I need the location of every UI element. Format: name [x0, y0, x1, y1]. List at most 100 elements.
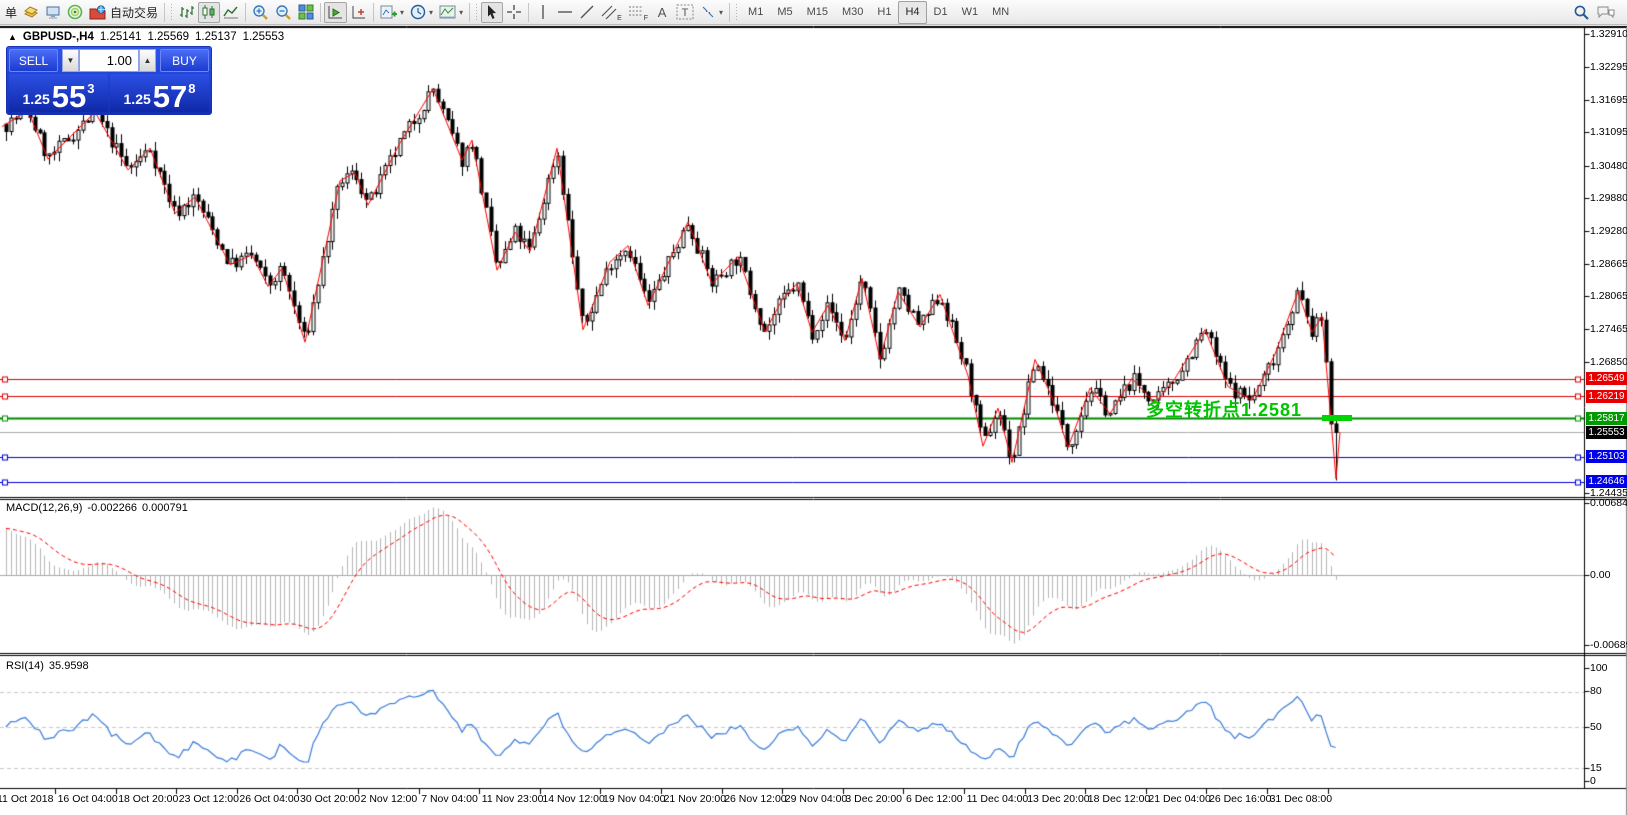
dropdown-caret: ▾ — [400, 8, 404, 17]
chart-canvas[interactable] — [0, 0, 1627, 815]
tab-m5[interactable]: M5 — [770, 1, 799, 24]
price-axis-tick: 1.26850 — [1590, 356, 1626, 368]
tab-m15[interactable]: M15 — [800, 1, 835, 24]
price-line-label: 1.24646 — [1586, 475, 1627, 488]
tab-m30[interactable]: M30 — [835, 1, 870, 24]
cursor-icon[interactable] — [481, 2, 503, 23]
periods-button[interactable]: ▾ — [407, 2, 436, 23]
tile-windows-icon[interactable] — [295, 2, 317, 23]
price-line-label: 1.25553 — [1586, 426, 1627, 439]
date-axis-label: 6 Dec 12:00 — [906, 793, 963, 805]
price-axis-tick: 1.31695 — [1590, 94, 1626, 106]
svg-text:T: T — [682, 7, 689, 19]
horizontal-line-icon[interactable] — [554, 2, 576, 23]
price-line-label: 1.25103 — [1586, 450, 1627, 463]
rsi-label: RSI(14)35.9598 — [6, 660, 89, 672]
ohlc-high: 1.25569 — [147, 31, 189, 43]
tab-d1[interactable]: D1 — [927, 1, 955, 24]
macd-axis-tick: 0.006844 — [1590, 497, 1626, 509]
date-axis-label: 26 Oct 04:00 — [239, 793, 299, 805]
volume-input[interactable]: 1.00 — [79, 49, 139, 72]
buy-quote[interactable]: 1.25 57 8 — [110, 74, 209, 112]
templates-button[interactable]: ▾ — [436, 2, 466, 23]
volume-up-button[interactable]: ▲ — [139, 49, 156, 72]
price-line-label: 1.26549 — [1586, 372, 1627, 385]
price-line-label: 1.25817 — [1586, 412, 1627, 425]
trendline-icon[interactable] — [576, 2, 598, 23]
date-axis-label: 18 Oct 20:00 — [118, 793, 178, 805]
date-axis-label: 21 Nov 20:00 — [664, 793, 726, 805]
templates-icon — [439, 5, 456, 20]
macd-axis-tick: 0.00 — [1590, 569, 1626, 581]
auto-scroll-icon[interactable] — [324, 2, 347, 23]
tab-mn[interactable]: MN — [985, 1, 1016, 24]
chart-shift-icon[interactable] — [347, 2, 370, 23]
price-axis-tick: 1.29280 — [1590, 225, 1626, 237]
date-axis-label: 19 Nov 04:00 — [603, 793, 665, 805]
date-axis-label: 29 Nov 04:00 — [785, 793, 847, 805]
candlestick-chart-icon[interactable] — [198, 2, 220, 23]
gold-icon[interactable] — [20, 2, 42, 23]
date-axis-label: 21 Dec 04:00 — [1148, 793, 1210, 805]
annotation-thick-line[interactable] — [1322, 415, 1352, 421]
one-click-trading-panel: SELL ▼ 1.00 ▲ BUY 1.25 55 3 1.25 57 8 — [6, 46, 212, 115]
periods-clock-icon — [410, 4, 426, 20]
ohlc-open: 1.25141 — [100, 31, 142, 43]
macd-axis-tick: -0.006894 — [1590, 639, 1626, 651]
date-axis-label: 11 Oct 2018 — [0, 793, 53, 805]
symbol-period: GBPUSD-,H4 — [23, 31, 94, 43]
macd-label: MACD(12,26,9)-0.0022660.000791 — [6, 502, 188, 514]
price-axis-tick: 1.31095 — [1590, 126, 1626, 138]
sell-quote[interactable]: 1.25 55 3 — [9, 74, 108, 112]
toolbar: 单 自动交易 ▾ ▾ — [0, 0, 1627, 25]
autotrading-button[interactable]: 自动交易 — [86, 2, 161, 23]
rsi-axis-tick: 80 — [1590, 685, 1626, 697]
rsi-axis-tick: 15 — [1590, 762, 1626, 774]
date-axis-label: 7 Nov 04:00 — [421, 793, 478, 805]
new-order-button[interactable]: 单 — [2, 2, 20, 23]
text-label-icon[interactable]: T — [673, 2, 697, 23]
terminal-icon[interactable] — [42, 2, 64, 23]
date-axis-label: 13 Dec 20:00 — [1027, 793, 1089, 805]
date-axis-label: 30 Oct 20:00 — [300, 793, 360, 805]
volume-down-button[interactable]: ▼ — [62, 49, 79, 72]
sell-button[interactable]: SELL — [9, 49, 58, 72]
chart-title: ▲ GBPUSD-,H4 1.25141 1.25569 1.25137 1.2… — [8, 31, 284, 43]
zoom-in-icon[interactable] — [249, 2, 272, 23]
tab-m1[interactable]: M1 — [741, 1, 770, 24]
dropdown-caret: ▾ — [459, 8, 463, 17]
date-axis-label: 26 Dec 16:00 — [1209, 793, 1271, 805]
tab-h4[interactable]: H4 — [898, 1, 926, 24]
price-axis-tick: 1.30480 — [1590, 160, 1626, 172]
line-chart-icon[interactable] — [220, 2, 242, 23]
dropdown-caret: ▾ — [719, 8, 723, 17]
tab-h1[interactable]: H1 — [870, 1, 898, 24]
signal-icon[interactable] — [64, 2, 86, 23]
rsi-axis-tick: 0 — [1590, 775, 1626, 787]
dropdown-caret: ▾ — [429, 8, 433, 17]
equidistant-channel-icon[interactable]: E — [598, 2, 625, 23]
buy-button[interactable]: BUY — [160, 49, 209, 72]
zoom-out-icon[interactable] — [272, 2, 295, 23]
fibonacci-icon[interactable]: F — [625, 2, 651, 23]
ohlc-low: 1.25137 — [195, 31, 237, 43]
chat-icon[interactable] — [1593, 2, 1619, 23]
rsi-axis-tick: 50 — [1590, 721, 1626, 733]
date-axis-label: 26 Nov 12:00 — [724, 793, 786, 805]
turning-point-annotation[interactable]: 多空转折点1.2581 — [1146, 396, 1302, 422]
date-axis-label: 11 Dec 04:00 — [967, 793, 1029, 805]
arrows-button[interactable]: ▾ — [697, 2, 726, 23]
bar-chart-icon[interactable] — [176, 2, 198, 23]
search-icon[interactable] — [1570, 2, 1593, 23]
autotrading-icon — [89, 5, 106, 20]
tab-w1[interactable]: W1 — [955, 1, 986, 24]
price-axis-tick: 1.32910 — [1590, 28, 1626, 40]
crosshair-icon[interactable] — [503, 2, 525, 23]
date-axis-label: 23 Oct 12:00 — [179, 793, 239, 805]
collapse-triangle-icon[interactable]: ▲ — [8, 32, 17, 42]
text-icon[interactable]: A — [651, 2, 673, 23]
date-axis-label: 18 Dec 12:00 — [1088, 793, 1150, 805]
vertical-line-icon[interactable] — [532, 2, 554, 23]
add-indicator-button[interactable]: ▾ — [377, 2, 407, 23]
date-axis-label: 31 Dec 08:00 — [1270, 793, 1332, 805]
